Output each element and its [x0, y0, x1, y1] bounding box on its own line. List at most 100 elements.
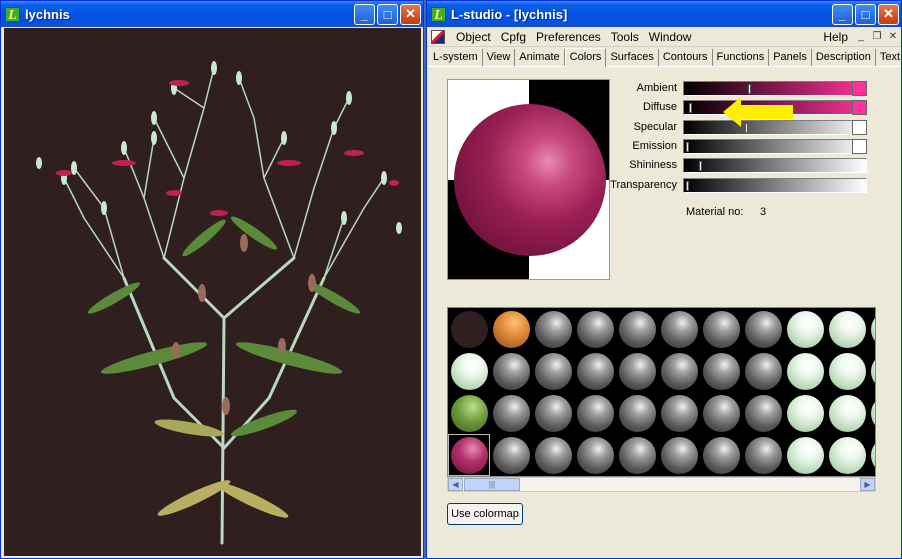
tab-functions[interactable]: Functions: [713, 49, 770, 66]
palette-cell[interactable]: [826, 350, 868, 392]
palette-cell[interactable]: [868, 434, 875, 476]
palette-cell[interactable]: [868, 392, 875, 434]
palette-cell[interactable]: [742, 392, 784, 434]
palette-cell[interactable]: [448, 434, 490, 476]
menu-help[interactable]: Help: [818, 30, 853, 44]
palette-cell[interactable]: [490, 392, 532, 434]
menu-tools[interactable]: Tools: [606, 30, 644, 44]
material-ball: [451, 395, 488, 432]
palette-cell[interactable]: [490, 434, 532, 476]
palette-cell[interactable]: [490, 308, 532, 350]
palette-cell[interactable]: [658, 392, 700, 434]
material-palette[interactable]: [447, 307, 876, 477]
palette-cell[interactable]: [700, 308, 742, 350]
menu-cpfg[interactable]: Cpfg: [496, 30, 531, 44]
palette-cell[interactable]: [616, 308, 658, 350]
material-ball: [661, 437, 698, 474]
palette-cell[interactable]: [658, 308, 700, 350]
palette-cell[interactable]: [616, 434, 658, 476]
use-colormap-button[interactable]: Use colormap: [447, 503, 523, 525]
palette-cell[interactable]: [616, 350, 658, 392]
menu-preferences[interactable]: Preferences: [531, 30, 606, 44]
material-no-label: Material no:: [686, 206, 744, 218]
slider-track[interactable]: [683, 157, 867, 173]
slider-thumb[interactable]: [686, 141, 689, 152]
minimize-icon[interactable]: _: [354, 3, 375, 25]
tab-text-file[interactable]: Text file: [876, 49, 902, 66]
tab-contours[interactable]: Contours: [659, 49, 713, 66]
material-ball: [577, 437, 614, 474]
palette-cell[interactable]: [868, 308, 875, 350]
palette-cell[interactable]: [532, 350, 574, 392]
palette-cell[interactable]: [574, 350, 616, 392]
tab-view[interactable]: View: [483, 49, 516, 66]
palette-cell[interactable]: [742, 350, 784, 392]
material-ball: [577, 353, 614, 390]
palette-cell[interactable]: [658, 434, 700, 476]
palette-cell[interactable]: [532, 434, 574, 476]
palette-scrollbar[interactable]: ◀ ||| ▶: [447, 477, 876, 492]
scroll-left-icon[interactable]: ◀: [448, 478, 463, 491]
palette-cell[interactable]: [826, 308, 868, 350]
palette-cell[interactable]: [532, 308, 574, 350]
slider-track[interactable]: [683, 177, 867, 193]
tab-surfaces[interactable]: Surfaces: [606, 49, 659, 66]
maximize-icon[interactable]: □: [855, 3, 876, 25]
palette-cell[interactable]: [574, 308, 616, 350]
palette-cell[interactable]: [490, 350, 532, 392]
color-swatch[interactable]: [852, 119, 867, 135]
color-swatch[interactable]: [852, 99, 867, 115]
slider-label: Shininess: [629, 159, 677, 171]
scroll-thumb[interactable]: |||: [464, 478, 520, 491]
palette-cell[interactable]: [784, 350, 826, 392]
palette-cell[interactable]: [868, 350, 875, 392]
color-swatch[interactable]: [852, 80, 867, 96]
left-titlebar[interactable]: L lychnis _ □ ✕: [1, 1, 423, 27]
slider-thumb[interactable]: [689, 102, 692, 113]
palette-cell[interactable]: [826, 434, 868, 476]
palette-cell[interactable]: [448, 350, 490, 392]
tab-panels[interactable]: Panels: [769, 49, 812, 66]
palette-cell[interactable]: [532, 392, 574, 434]
palette-cell[interactable]: [700, 392, 742, 434]
palette-cell[interactable]: [700, 350, 742, 392]
slider-thumb[interactable]: [686, 180, 689, 191]
close-icon[interactable]: ✕: [400, 3, 421, 25]
palette-cell[interactable]: [742, 434, 784, 476]
material-ball: [745, 437, 782, 474]
scroll-right-icon[interactable]: ▶: [860, 478, 875, 491]
slider-track[interactable]: [683, 138, 867, 154]
palette-cell[interactable]: [826, 392, 868, 434]
tab-animate[interactable]: Animate: [515, 49, 565, 66]
palette-cell[interactable]: [700, 434, 742, 476]
tab-description[interactable]: Description: [812, 49, 876, 66]
tab-l-system[interactable]: L-system: [429, 49, 483, 66]
palette-cell[interactable]: [448, 392, 490, 434]
palette-cell[interactable]: [784, 392, 826, 434]
menu-object[interactable]: Object: [451, 30, 496, 44]
palette-cell[interactable]: [616, 392, 658, 434]
slider-thumb[interactable]: [748, 83, 751, 94]
palette-cell[interactable]: [784, 434, 826, 476]
palette-cell[interactable]: [784, 308, 826, 350]
material-ball: [619, 311, 656, 348]
plant-render-canvas[interactable]: [4, 28, 421, 556]
mdi-minimize-icon[interactable]: _: [853, 30, 869, 44]
palette-cell[interactable]: [574, 434, 616, 476]
tab-colors[interactable]: Colors: [564, 48, 607, 67]
palette-cell[interactable]: [574, 392, 616, 434]
color-swatch[interactable]: [852, 138, 867, 154]
palette-cell[interactable]: [658, 350, 700, 392]
close-icon[interactable]: ✕: [878, 3, 899, 25]
mdi-restore-icon[interactable]: ❐: [869, 30, 885, 44]
slider-track[interactable]: [683, 80, 867, 96]
palette-cell[interactable]: [742, 308, 784, 350]
slider-thumb[interactable]: [699, 160, 702, 171]
right-titlebar[interactable]: L L-studio - [lychnis] _ □ ✕: [427, 1, 901, 27]
minimize-icon[interactable]: _: [832, 3, 853, 25]
mdi-close-icon[interactable]: ✕: [885, 30, 901, 44]
maximize-icon[interactable]: □: [377, 3, 398, 25]
palette-cell[interactable]: [448, 308, 490, 350]
document-icon[interactable]: [431, 29, 445, 44]
menu-window[interactable]: Window: [644, 30, 697, 44]
